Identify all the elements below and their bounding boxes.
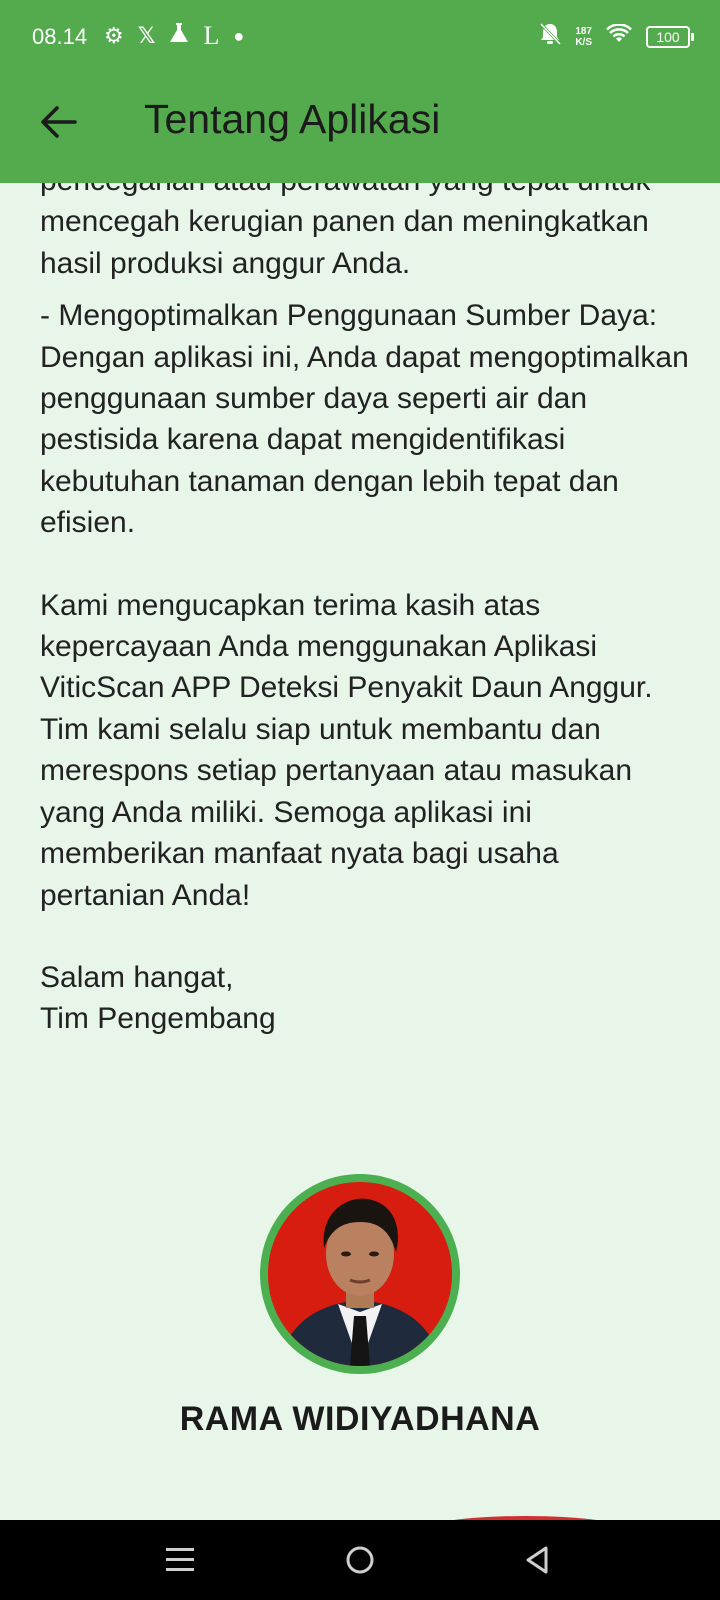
avatar-ring bbox=[260, 1174, 460, 1374]
app-bar: Tentang Aplikasi bbox=[0, 84, 720, 168]
developer-avatar bbox=[268, 1182, 452, 1366]
x-icon: 𝕏 bbox=[137, 23, 156, 48]
status-left-icons: ⚙ 𝕏 L ● bbox=[104, 22, 244, 50]
closing-signature: Tim Pengembang bbox=[40, 1002, 276, 1036]
developer-name: RAMA WIDIYADHANA bbox=[179, 1400, 541, 1438]
menu-icon[interactable] bbox=[160, 1540, 200, 1580]
content-paragraph-3: Kami mengucapkan terima kasih atas keper… bbox=[40, 588, 653, 912]
back-triangle-icon[interactable] bbox=[518, 1540, 558, 1580]
status-right-icons: 187 K/S 100 bbox=[539, 22, 694, 52]
l-icon: L bbox=[203, 21, 220, 50]
bell-off-icon bbox=[539, 22, 562, 52]
arrow-left-icon bbox=[41, 106, 77, 138]
settings-icon: ⚙ bbox=[104, 23, 124, 48]
status-time: 08.14 bbox=[32, 24, 88, 49]
network-speed: 187 K/S bbox=[575, 26, 592, 48]
about-content: pencegahan atau perawatan yang tepat unt… bbox=[40, 160, 690, 1040]
system-nav-bar bbox=[0, 1520, 720, 1600]
status-bar: 08.14 ⚙ 𝕏 L ● 187 K/S 100 bbox=[0, 0, 720, 72]
page-title: Tentang Aplikasi bbox=[144, 96, 441, 142]
wifi-icon bbox=[606, 23, 632, 50]
top-app-bar: 08.14 ⚙ 𝕏 L ● 187 K/S 100 Tentang Aplika… bbox=[0, 0, 720, 183]
back-button[interactable] bbox=[34, 98, 82, 146]
content-paragraph-2: - Mengoptimalkan Penggunaan Sumber Daya:… bbox=[40, 299, 689, 540]
speed-value: 187 bbox=[575, 26, 592, 37]
closing-greeting: Salam hangat, bbox=[40, 960, 234, 994]
dot-icon: ● bbox=[233, 26, 245, 46]
speed-unit: K/S bbox=[575, 37, 592, 48]
developer-photo bbox=[268, 1182, 452, 1366]
battery-indicator: 100 bbox=[646, 26, 694, 48]
flask-icon bbox=[169, 22, 189, 50]
home-icon[interactable] bbox=[340, 1540, 380, 1580]
